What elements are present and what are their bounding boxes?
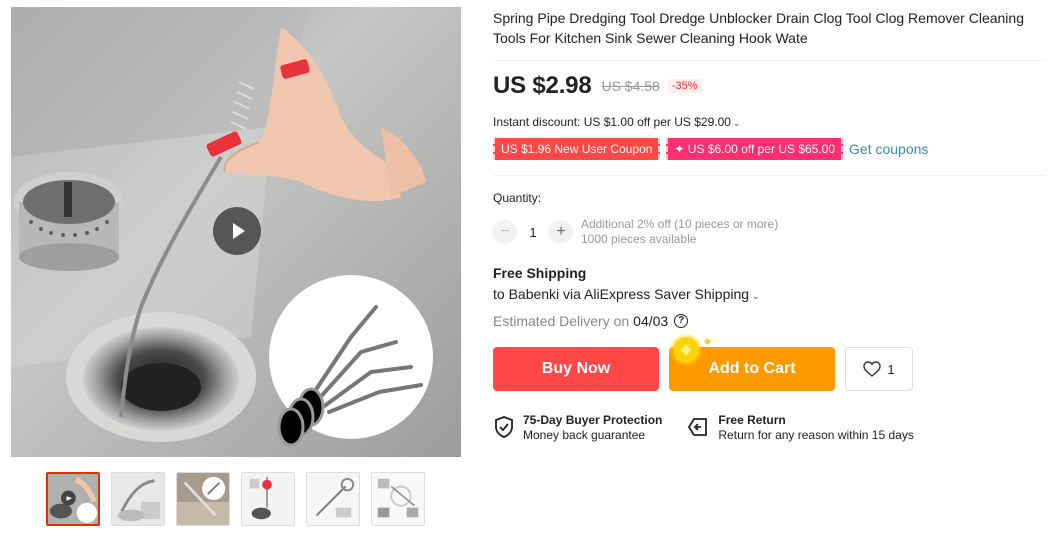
quantity-info: Additional 2% off (10 pieces or more) 10… bbox=[581, 217, 778, 247]
thumbnail-image bbox=[372, 473, 424, 525]
chevron-down-icon: ⌄ bbox=[732, 118, 741, 128]
quantity-stepper: − 1 + Additional 2% off (10 pieces or mo… bbox=[493, 217, 1045, 247]
return-box-icon bbox=[688, 418, 708, 436]
add-to-cart-button[interactable]: Add to Cart bbox=[669, 337, 835, 391]
buyer-protection-subtitle: Money back guarantee bbox=[523, 428, 646, 442]
discount-badge: -35% bbox=[667, 79, 702, 93]
thumbnail-image bbox=[112, 473, 164, 525]
quantity-label: Quantity: bbox=[493, 191, 542, 205]
action-buttons: Buy Now Add to Cart 1 bbox=[493, 337, 1045, 391]
thumbnail-6[interactable] bbox=[371, 472, 425, 526]
coin-icon bbox=[673, 337, 699, 363]
bulk-discount-text: Additional 2% off (10 pieces or more) bbox=[581, 217, 779, 231]
thumbnail-3[interactable] bbox=[176, 472, 230, 526]
decrease-quantity-button[interactable]: − bbox=[493, 220, 517, 244]
help-icon[interactable]: ? bbox=[674, 314, 689, 328]
quantity-input[interactable]: 1 bbox=[517, 225, 549, 240]
product-info-panel: Spring Pipe Dredging Tool Dredge Unblock… bbox=[493, 8, 1045, 445]
free-return[interactable]: Free Return Return for any reason within… bbox=[686, 413, 914, 445]
play-icon bbox=[233, 223, 245, 239]
free-return-title: Free Return bbox=[718, 413, 786, 427]
shield-check-icon bbox=[495, 416, 513, 438]
store-coupon[interactable]: ✦ US $6.00 off per US $65.00 bbox=[666, 138, 844, 160]
thumbnail-4[interactable] bbox=[241, 472, 295, 526]
buy-now-button[interactable]: Buy Now bbox=[493, 347, 659, 391]
divider bbox=[493, 175, 1045, 176]
chevron-down-icon: ⌄ bbox=[752, 291, 760, 301]
price-row: US $2.98 US $4.58 -35% bbox=[493, 71, 1045, 101]
thumbnail-image bbox=[48, 474, 98, 524]
add-to-cart-label: Add to Cart bbox=[708, 360, 796, 377]
buyer-protection-title: 75-Day Buyer Protection bbox=[523, 413, 663, 427]
thumbnail-5[interactable] bbox=[306, 472, 360, 526]
original-price: US $4.58 bbox=[601, 78, 660, 94]
heart-icon bbox=[863, 361, 882, 377]
thumbnail-2[interactable] bbox=[111, 472, 165, 526]
estimated-delivery: Estimated Delivery on 04/03 ? bbox=[493, 311, 1045, 331]
stock-available-text: 1000 pieces available bbox=[581, 232, 697, 246]
get-coupons-link[interactable]: Get coupons bbox=[849, 141, 928, 157]
coupon-row: US $1.96 New User Coupon ✦ US $6.00 off … bbox=[493, 137, 1045, 161]
increase-quantity-button[interactable]: + bbox=[549, 220, 573, 244]
delivery-date: 04/03 bbox=[633, 313, 669, 329]
instant-discount[interactable]: Instant discount: US $1.00 off per US $2… bbox=[493, 115, 1045, 131]
thumbnail-strip bbox=[46, 472, 425, 526]
new-user-coupon[interactable]: US $1.96 New User Coupon bbox=[493, 138, 661, 160]
wishlist-count: 1 bbox=[887, 361, 895, 377]
buyer-protection[interactable]: 75-Day Buyer Protection Money back guara… bbox=[493, 413, 662, 445]
sparkle-icon bbox=[703, 337, 712, 346]
wishlist-button[interactable]: 1 bbox=[845, 347, 913, 391]
thumbnail-image bbox=[177, 473, 229, 525]
current-price: US $2.98 bbox=[493, 72, 592, 99]
main-product-image[interactable] bbox=[11, 7, 461, 457]
product-title: Spring Pipe Dredging Tool Dredge Unblock… bbox=[493, 8, 1045, 61]
thumbnail-image bbox=[307, 473, 359, 525]
free-return-subtitle: Return for any reason within 15 days bbox=[718, 428, 914, 442]
delivery-prefix: Estimated Delivery on bbox=[493, 313, 630, 329]
instant-discount-text: Instant discount: US $1.00 off per US $2… bbox=[493, 115, 731, 129]
shipping-destination-text: to Babenki via AliExpress Saver Shipping bbox=[493, 286, 750, 302]
play-video-button[interactable] bbox=[213, 207, 261, 255]
shipping-destination[interactable]: to Babenki via AliExpress Saver Shipping… bbox=[493, 286, 1045, 306]
shipping-title: Free Shipping bbox=[493, 265, 587, 281]
thumbnail-1[interactable] bbox=[46, 472, 100, 526]
guarantees: 75-Day Buyer Protection Money back guara… bbox=[493, 413, 1045, 445]
thumbnail-image bbox=[242, 473, 294, 525]
